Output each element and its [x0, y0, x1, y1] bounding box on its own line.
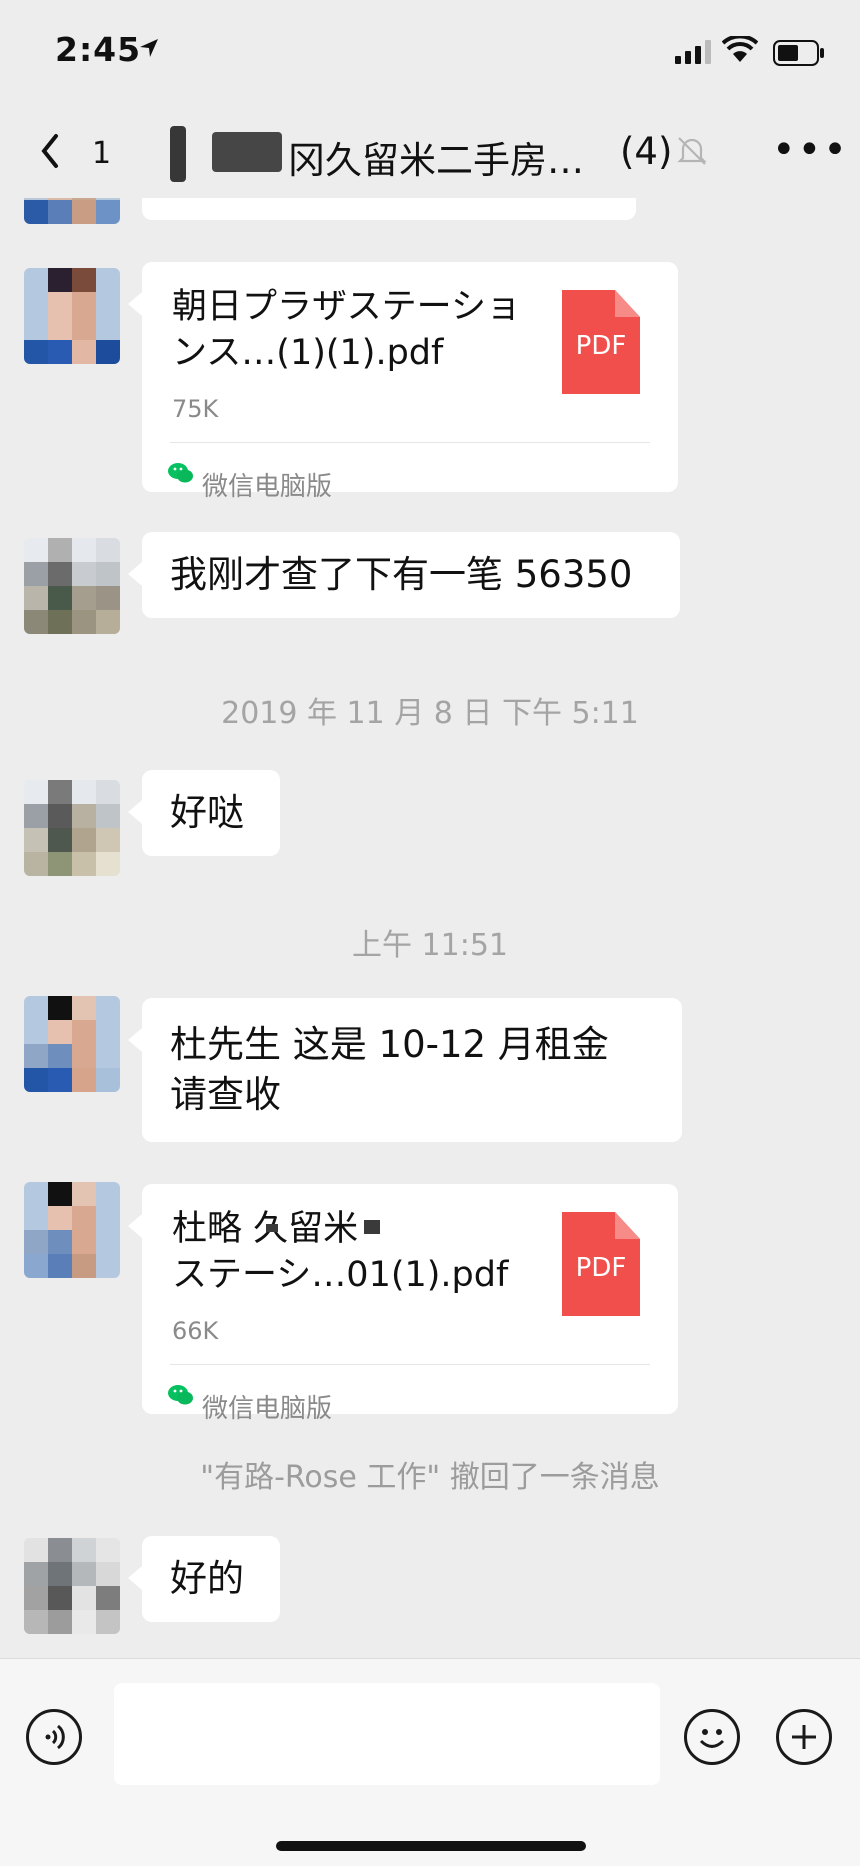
- file-message[interactable]: 朝日プラザステーションス…(1)(1).pdf 75K PDF 微信电脑版: [128, 262, 678, 502]
- file-message[interactable]: 杜略 久留米 ステーシ…01(1).pdf 66K PDF 微信电脑版: [128, 1184, 678, 1424]
- file-source: 微信电脑版: [202, 472, 333, 502]
- unread-count[interactable]: 1: [92, 136, 111, 171]
- message-bubble-partial: [142, 198, 636, 220]
- chat-header: 1 冈久留米二手房… (4) •••: [0, 108, 860, 198]
- text-message[interactable]: 杜先生 这是 10-12 月租金 请查收: [128, 998, 682, 1142]
- battery-icon: [773, 40, 824, 66]
- pdf-fold: [615, 1212, 640, 1239]
- file-name: 杜略 久留米 ステーシ…01(1).pdf: [172, 1209, 509, 1295]
- redacted-block: [266, 1224, 278, 1232]
- avatar[interactable]: [24, 780, 120, 876]
- signal-icon: [675, 40, 711, 64]
- wechat-icon: [168, 1385, 193, 1405]
- message-text: 好哒: [170, 791, 244, 834]
- file-size: 66K: [172, 1317, 219, 1345]
- message-text: 杜先生 这是 10-12 月租金 请查收: [170, 1023, 609, 1116]
- avatar[interactable]: [24, 996, 120, 1092]
- message-text: 好的: [170, 1557, 244, 1600]
- time-divider: 上午 11:51: [352, 928, 508, 963]
- text-message[interactable]: 好的: [128, 1536, 280, 1622]
- message-input[interactable]: [114, 1683, 660, 1785]
- redacted-block: [170, 126, 186, 182]
- location-arrow-icon: [140, 39, 158, 57]
- plus-icon[interactable]: [776, 1709, 832, 1765]
- mute-bell-icon: [677, 137, 707, 165]
- avatar[interactable]: [24, 538, 120, 634]
- time-divider: 2019 年 11 月 8 日 下午 5:11: [221, 696, 639, 731]
- member-count: (4): [620, 130, 673, 173]
- avatar[interactable]: [24, 1538, 120, 1634]
- voice-icon[interactable]: [26, 1709, 82, 1765]
- file-size: 75K: [172, 395, 219, 423]
- chat-title: 冈久留米二手房…: [288, 139, 584, 182]
- file-source: 微信电脑版: [202, 1394, 333, 1424]
- message-text: 我刚才查了下有一笔 56350: [170, 553, 633, 596]
- input-toolbar: [0, 1658, 860, 1866]
- avatar[interactable]: [24, 198, 120, 224]
- redacted-block: [212, 132, 282, 172]
- status-time: 2:45: [55, 30, 142, 69]
- home-indicator[interactable]: [276, 1841, 586, 1851]
- text-message[interactable]: 好哒: [128, 770, 280, 856]
- wifi-icon: [722, 36, 758, 62]
- avatar[interactable]: [24, 1182, 120, 1278]
- more-icon[interactable]: •••: [772, 130, 849, 170]
- message-list[interactable]: 朝日プラザステーションス…(1)(1).pdf 75K PDF 微信电脑版 我刚…: [0, 198, 860, 1658]
- emoji-icon[interactable]: [684, 1709, 740, 1765]
- divider: [170, 442, 650, 443]
- redacted-block: [364, 1220, 380, 1234]
- avatar[interactable]: [24, 268, 120, 364]
- text-message[interactable]: 我刚才查了下有一笔 56350: [128, 532, 680, 618]
- wechat-icon: [168, 463, 193, 483]
- divider: [170, 1364, 650, 1365]
- back-chevron-icon[interactable]: [34, 128, 66, 174]
- recall-notice: "有路-Rose 工作" 撤回了一条消息: [200, 1460, 660, 1495]
- status-bar: 2:45: [0, 0, 860, 108]
- file-name: 朝日プラザステーションス…(1)(1).pdf: [172, 287, 521, 373]
